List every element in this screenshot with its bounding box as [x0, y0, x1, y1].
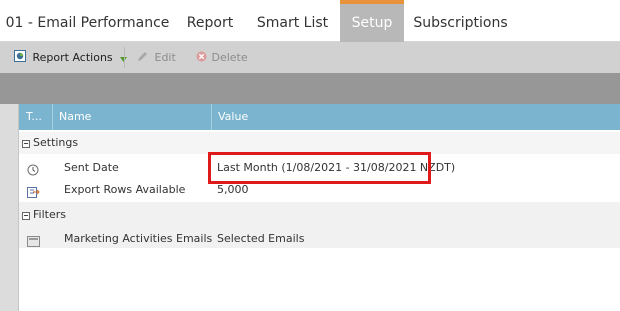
pencil-icon [137, 43, 148, 74]
tab-smart-list[interactable]: Smart List [245, 0, 340, 42]
tab-setup[interactable]: Setup [340, 0, 404, 42]
column-header-type[interactable]: T... [19, 104, 52, 130]
toolbar: Report Actions Edit Delete [0, 42, 620, 73]
report-actions-button[interactable]: Report Actions [14, 42, 130, 73]
group-settings[interactable]: Settings [19, 132, 620, 154]
row-name: Export Rows Available [64, 183, 186, 196]
highlight-box [208, 152, 431, 184]
row-name: Marketing Activities Emails [64, 232, 213, 245]
group-filters[interactable]: Filters [19, 204, 620, 226]
report-actions-icon [14, 43, 26, 74]
edit-label: Edit [154, 51, 176, 64]
delete-label: Delete [211, 51, 248, 64]
row-name: Sent Date [64, 161, 119, 174]
tab-email-performance[interactable]: 01 - Email Performance [0, 0, 175, 42]
table-row[interactable]: Marketing Activities Emails Selected Ema… [19, 228, 620, 250]
toolbar-separator [124, 47, 125, 68]
row-value: Selected Emails [217, 232, 305, 245]
group-label: Settings [33, 136, 79, 149]
left-rail [0, 104, 19, 311]
collapse-icon[interactable] [22, 212, 30, 220]
report-actions-label: Report Actions [32, 51, 113, 64]
edit-button[interactable]: Edit [137, 42, 176, 73]
panel-header-bar [0, 73, 620, 104]
tab-bar: 01 - Email Performance Report Smart List… [0, 0, 620, 42]
grid-header: T... Name Value [19, 104, 620, 130]
collapse-icon[interactable] [22, 140, 30, 148]
column-header-name[interactable]: Name [52, 104, 211, 130]
tab-report[interactable]: Report [175, 0, 245, 42]
setup-grid: T... Name Value Settings Sent Date Last … [19, 104, 620, 311]
group-label: Filters [33, 208, 66, 221]
column-header-value[interactable]: Value [211, 104, 620, 130]
tab-subscriptions[interactable]: Subscriptions [404, 0, 517, 42]
delete-button[interactable]: Delete [196, 42, 248, 73]
delete-icon [196, 43, 207, 74]
email-icon [27, 233, 40, 255]
